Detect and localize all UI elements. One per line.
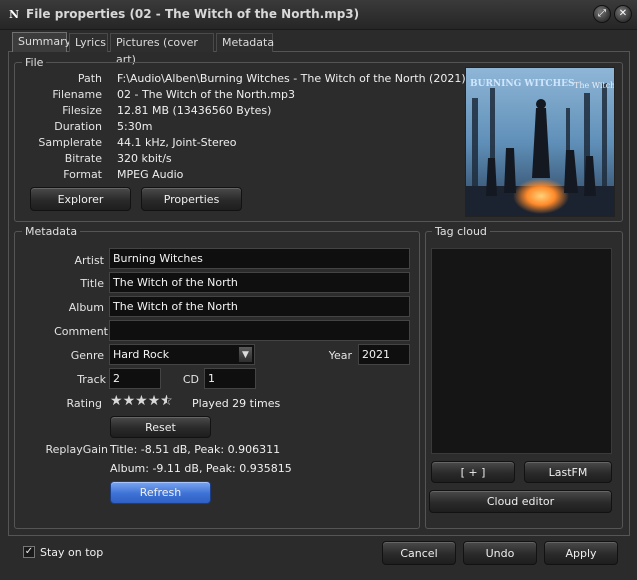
stay-on-top-label[interactable]: Stay on top — [40, 546, 103, 559]
explorer-button[interactable]: Explorer — [30, 187, 131, 211]
star-full-icon[interactable]: ★ — [148, 393, 161, 411]
title-field[interactable]: The Witch of the North — [109, 272, 410, 293]
cover-album-title: The Witch of the North — [574, 81, 615, 90]
reset-button[interactable]: Reset — [110, 416, 211, 438]
comment-field[interactable] — [109, 320, 410, 341]
duration-value: 5:30m — [117, 120, 153, 133]
star-full-icon[interactable]: ★ — [123, 393, 136, 411]
format-label: Format — [63, 168, 102, 181]
add-tag-button[interactable]: [ + ] — [431, 461, 515, 483]
album-field[interactable]: The Witch of the North — [109, 296, 410, 317]
duration-label: Duration — [54, 120, 102, 133]
stay-on-top-checkbox[interactable]: ✓ — [23, 546, 35, 558]
filesize-label: Filesize — [62, 104, 102, 117]
app-icon: N — [9, 8, 20, 21]
genre-select[interactable]: Hard Rock — [109, 344, 255, 365]
rating-stars[interactable]: ★★★★☆★ — [110, 393, 173, 411]
samplerate-value: 44.1 kHz, Joint-Stereo — [117, 136, 237, 149]
track-label: Track — [77, 373, 106, 386]
rating-label: Rating — [66, 397, 102, 410]
replaygain-title: Title: -8.51 dB, Peak: 0.906311 — [110, 443, 281, 456]
year-label: Year — [328, 349, 352, 362]
apply-button[interactable]: Apply — [544, 541, 618, 565]
cloud-editor-button[interactable]: Cloud editor — [429, 490, 612, 513]
year-field[interactable]: 2021 — [358, 344, 410, 365]
genre-dropdown-button[interactable]: ▼ — [238, 346, 253, 363]
samplerate-label: Samplerate — [38, 136, 102, 149]
artist-label: Artist — [74, 254, 104, 267]
replaygain-album: Album: -9.11 dB, Peak: 0.935815 — [110, 462, 292, 475]
track-field[interactable]: 2 — [109, 368, 161, 389]
filename-value: 02 - The Witch of the North.mp3 — [117, 88, 296, 101]
tab-metadata[interactable]: Metadata — [216, 33, 274, 52]
restore-button[interactable]: ⤢ — [593, 5, 611, 23]
bitrate-value: 320 kbit/s — [117, 152, 172, 165]
cancel-button[interactable]: Cancel — [382, 541, 456, 565]
filesize-value: 12.81 MB (13436560 Bytes) — [117, 104, 272, 117]
star-full-icon[interactable]: ★ — [110, 393, 123, 411]
filename-label: Filename — [52, 88, 102, 101]
cd-field[interactable]: 1 — [204, 368, 256, 389]
genre-label: Genre — [70, 349, 104, 362]
played-count: Played 29 times — [192, 397, 281, 410]
cd-label: CD — [182, 373, 199, 386]
path-value: F:\Audio\Alben\Burning Witches - The Wit… — [117, 72, 466, 85]
replaygain-label: ReplayGain — [45, 443, 109, 456]
refresh-button[interactable]: Refresh — [110, 481, 211, 504]
cover-art-image[interactable]: BURNING WITCHES The Witch of the North — [465, 67, 615, 217]
tab-lyrics[interactable]: Lyrics — [69, 33, 108, 52]
cover-art-illustration: BURNING WITCHES The Witch of the North — [466, 68, 615, 216]
checkmark-icon: ✓ — [24, 546, 34, 557]
comment-label: Comment — [54, 325, 108, 338]
window-title: File properties (02 - The Witch of the N… — [26, 7, 360, 21]
close-icon: ✕ — [618, 8, 628, 19]
tag-cloud-area[interactable] — [431, 248, 612, 454]
star-full-icon[interactable]: ★ — [135, 393, 148, 411]
close-button[interactable]: ✕ — [614, 5, 632, 23]
file-group-label: File — [22, 56, 47, 69]
cover-band-logo: BURNING WITCHES — [470, 79, 574, 89]
bitrate-label: Bitrate — [64, 152, 102, 165]
properties-button[interactable]: Properties — [141, 187, 242, 211]
album-label: Album — [68, 301, 104, 314]
lastfm-button[interactable]: LastFM — [524, 461, 612, 483]
format-value: MPEG Audio — [117, 168, 184, 181]
chevron-down-icon: ▼ — [242, 349, 249, 360]
undo-button[interactable]: Undo — [463, 541, 537, 565]
artist-field[interactable]: Burning Witches — [109, 248, 410, 269]
star-half-icon[interactable]: ☆★ — [160, 393, 173, 411]
tagcloud-group-label: Tag cloud — [432, 225, 490, 238]
genre-value: Hard Rock — [113, 348, 170, 361]
path-label: Path — [77, 72, 102, 85]
tab-pictures[interactable]: Pictures (cover art) — [110, 33, 214, 66]
tab-summary[interactable]: Summary — [12, 32, 71, 52]
title-label: Title — [80, 277, 104, 290]
metadata-group-label: Metadata — [22, 225, 81, 238]
restore-icon: ⤢ — [598, 8, 606, 19]
star-half-fill: ★ — [160, 393, 166, 409]
